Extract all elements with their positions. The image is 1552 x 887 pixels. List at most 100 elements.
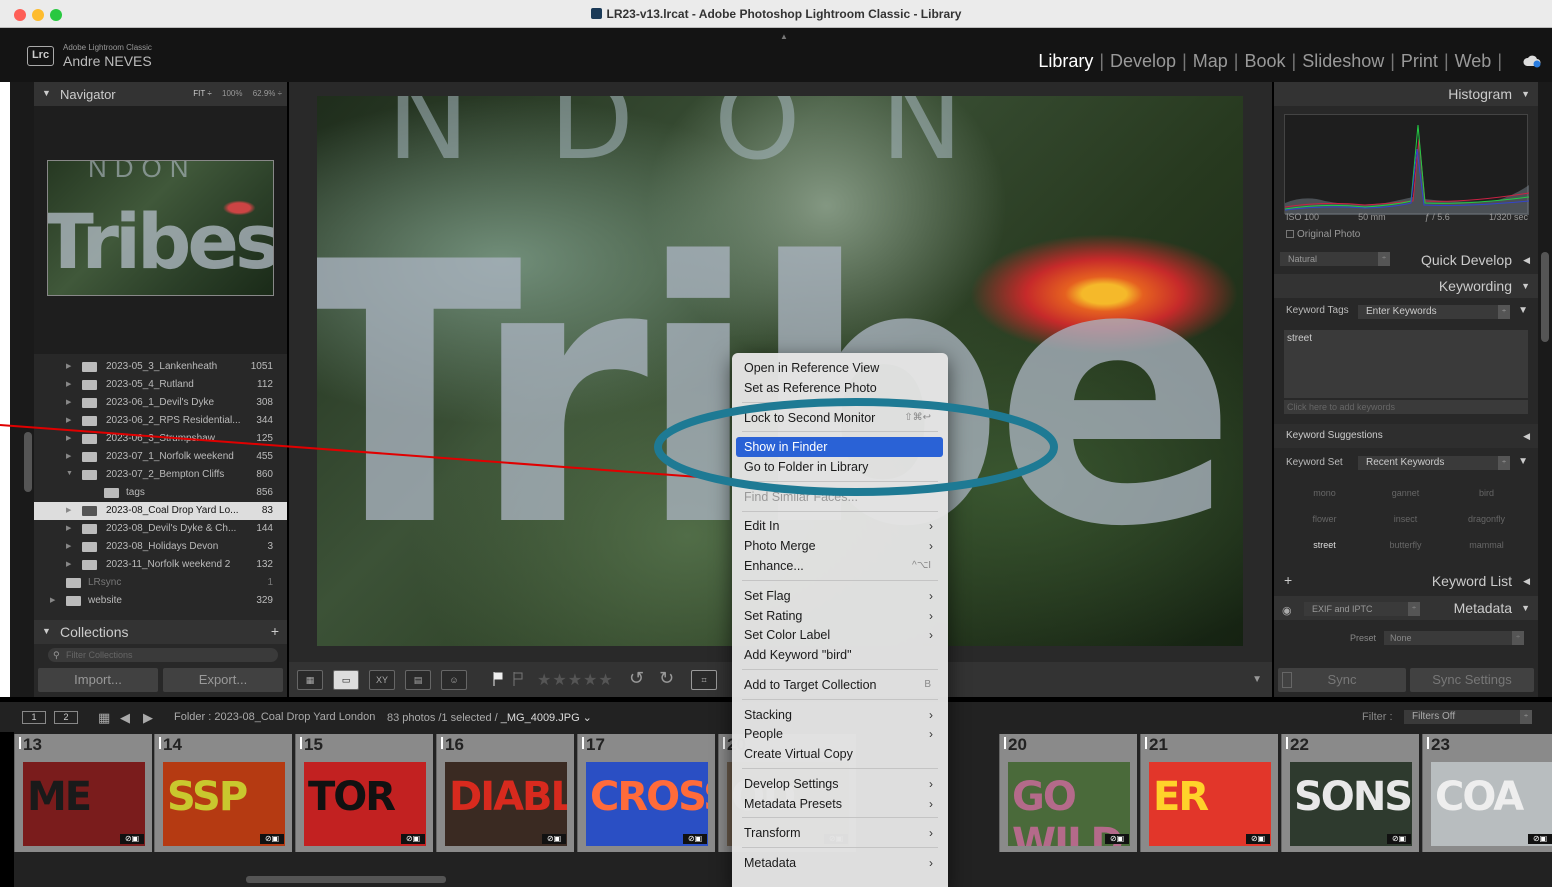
zoom-fit[interactable]: FIT ÷ (193, 89, 211, 98)
zoom-100[interactable]: 100% (222, 89, 242, 98)
folder-row[interactable]: ▶ 2023-07_1_Norfolk weekend 455 (34, 448, 287, 466)
grid-icon[interactable]: ▦ (98, 710, 110, 726)
toolbar-content-menu-icon[interactable]: ▼ (1252, 674, 1262, 685)
rotate-right-icon[interactable]: ↻ (659, 668, 674, 689)
folder-row[interactable]: ▼ 2023-07_2_Bempton Cliffs 860 (34, 466, 287, 484)
add-collection-icon[interactable]: + (271, 623, 279, 639)
collapse-triangle-icon[interactable]: ▼ (1521, 82, 1530, 106)
collapse-triangle-icon[interactable]: ▼ (1521, 596, 1530, 620)
module-book[interactable]: Book (1238, 51, 1291, 72)
flag-pick-icon[interactable] (493, 672, 503, 686)
module-map[interactable]: Map (1187, 51, 1234, 72)
keyword-list-header[interactable]: Keyword List ◀ (1274, 569, 1538, 593)
menu-item[interactable]: Go to Folder in Library (736, 457, 943, 477)
metadata-view-select[interactable]: EXIF and IPTC ÷ (1304, 602, 1420, 616)
keyword-set-select[interactable]: Recent Keywords ÷ (1358, 456, 1510, 470)
folder-row[interactable]: LRsync 1 (34, 574, 287, 592)
keyword-suggestions-header[interactable]: Keyword Suggestions ◀ (1274, 424, 1538, 448)
collapsed-triangle-icon[interactable]: ▶ (66, 452, 71, 460)
folder-row[interactable]: ▶ 2023-05_4_Rutland 112 (34, 376, 287, 394)
collapsed-triangle-icon[interactable]: ▶ (66, 506, 71, 514)
star-rating[interactable]: ★★★★★ (537, 670, 614, 690)
module-library[interactable]: Library (1032, 51, 1099, 72)
menu-item[interactable]: Lock to Second Monitor ⇧⌘↩ (736, 408, 943, 428)
folder-row[interactable]: ▶ 2023-08_Devil's Dyke & Ch... 144 (34, 520, 287, 538)
import-button[interactable]: Import... (38, 668, 158, 692)
quick-develop-header[interactable]: Quick Develop ◀ (1274, 248, 1538, 272)
filmstrip-thumbnail-cell[interactable]: 14 SSP ⊘▣ (154, 734, 292, 852)
module-slideshow[interactable]: Slideshow (1296, 51, 1390, 72)
compare-view-button[interactable]: XY (369, 670, 395, 690)
loupe-view-button[interactable]: ▭ (333, 670, 359, 690)
menu-item[interactable]: Photo Merge › (736, 536, 943, 556)
collapsed-triangle-icon[interactable]: ▶ (66, 398, 71, 406)
keyword-suggestion[interactable]: dragonfly (1446, 506, 1527, 532)
auto-sync-toggle[interactable] (1282, 672, 1292, 688)
expand-triangle-icon[interactable]: ◀ (1523, 248, 1530, 272)
menu-item[interactable]: Set Rating › (736, 606, 943, 626)
collections-filter-input[interactable]: ⚲ Filter Collections (48, 648, 278, 662)
histogram-header[interactable]: Histogram ▼ (1274, 82, 1538, 106)
cloud-sync-icon[interactable] (1522, 54, 1542, 68)
keyword-tags-select[interactable]: Enter Keywords ÷ (1358, 305, 1510, 319)
collections-header[interactable]: ▼ Collections + (34, 620, 287, 644)
second-monitor-button[interactable]: 2 (54, 711, 78, 724)
menu-item[interactable]: Set as Reference Photo (736, 378, 943, 398)
navigator-header[interactable]: ▼ Navigator FIT ÷ 100% 62.9% ÷ (34, 82, 287, 106)
menu-item[interactable]: Add Keyword "bird" (736, 645, 943, 665)
collapsed-triangle-icon[interactable]: ▶ (66, 416, 71, 424)
folder-row[interactable]: ▶ 2023-08_Holidays Devon 3 (34, 538, 287, 556)
keyword-suggestion[interactable]: butterfly (1365, 532, 1446, 558)
zoom-custom[interactable]: 62.9% ÷ (253, 89, 282, 98)
menu-item[interactable]: Metadata › (736, 853, 943, 873)
filmstrip-thumbnail-cell[interactable]: 20 GO WILD ⊘▣ (999, 734, 1137, 852)
keyword-suggestion[interactable]: street (1284, 532, 1365, 558)
filmstrip-thumbnail-cell[interactable]: 13 ME ⊘▣ (14, 734, 152, 852)
folder-row[interactable]: ▶ 2023-06_2_RPS Residential... 344 (34, 412, 287, 430)
navigator-thumbnail[interactable]: NDON Tribes (47, 160, 274, 296)
keyword-suggestion[interactable]: mammal (1446, 532, 1527, 558)
folder-row[interactable]: ▶ website 329 (34, 592, 287, 610)
keywording-header[interactable]: Keywording ▼ (1274, 274, 1538, 298)
module-print[interactable]: Print (1395, 51, 1444, 72)
collapsed-triangle-icon[interactable]: ▶ (66, 542, 71, 550)
filmstrip-source-path[interactable]: Folder : 2023-08_Coal Drop Yard London (174, 711, 375, 723)
people-view-button[interactable]: ☺ (441, 670, 467, 690)
forward-arrow-icon[interactable]: ▶ (143, 710, 153, 726)
keyword-set-menu-icon[interactable]: ▼ (1518, 456, 1528, 467)
filmstrip-thumbnail-cell[interactable]: 17 CROSS ⊘▣ (577, 734, 715, 852)
collapsed-triangle-icon[interactable]: ▶ (66, 560, 71, 568)
menu-item[interactable]: Stacking › (736, 705, 943, 725)
rotate-left-icon[interactable]: ↺ (629, 668, 644, 689)
folder-row[interactable]: ▶ 2023-11_Norfolk weekend 2 132 (34, 556, 287, 574)
eye-icon[interactable]: ◉ (1282, 604, 1292, 617)
metadata-preset-select[interactable]: None ÷ (1384, 631, 1524, 645)
folder-row[interactable]: ▶ 2023-06_1_Devil's Dyke 308 (34, 394, 287, 412)
keyword-tags-textarea[interactable]: street (1284, 330, 1528, 398)
menu-item[interactable]: Edit In › (736, 516, 943, 536)
add-keywords-input[interactable]: Click here to add keywords (1284, 400, 1528, 414)
crop-overlay-icon[interactable]: ⌗ (691, 670, 717, 690)
filmstrip-thumbnail-cell[interactable]: 15 TOR ⊘▣ (295, 734, 433, 852)
collapsed-triangle-icon[interactable]: ▶ (66, 524, 71, 532)
menu-item[interactable]: People › (736, 724, 943, 744)
collapsed-triangle-icon[interactable]: ▶ (66, 362, 71, 370)
main-monitor-button[interactable]: 1 (22, 711, 46, 724)
menu-item[interactable]: Set Color Label › (736, 625, 943, 645)
collapsed-triangle-icon[interactable]: ▶ (66, 380, 71, 388)
module-develop[interactable]: Develop (1104, 51, 1182, 72)
module-web[interactable]: Web (1449, 51, 1498, 72)
hide-top-panel-triangle-icon[interactable]: ▲ (780, 32, 788, 41)
filmstrip-thumbnail-cell[interactable]: 23 COA ⊘▣ (1422, 734, 1552, 852)
back-arrow-icon[interactable]: ◀ (120, 710, 130, 726)
survey-view-button[interactable]: ▤ (405, 670, 431, 690)
keyword-suggestion[interactable]: bird (1446, 480, 1527, 506)
original-photo-checkbox[interactable]: Original Photo (1286, 229, 1360, 240)
collapsed-triangle-icon[interactable]: ▶ (50, 596, 55, 604)
filmstrip-photo-count[interactable]: 83 photos /1 selected / _MG_4009.JPG ⌄ (387, 711, 592, 724)
menu-item[interactable]: Transform › (736, 823, 943, 843)
filmstrip-thumbnail-cell[interactable]: 16 DIABLO ⊘▣ (436, 734, 574, 852)
menu-item[interactable]: Enhance... ^⌥I (736, 556, 943, 576)
collapse-triangle-icon[interactable]: ▼ (42, 626, 51, 636)
collapsed-triangle-icon[interactable]: ▶ (66, 434, 71, 442)
